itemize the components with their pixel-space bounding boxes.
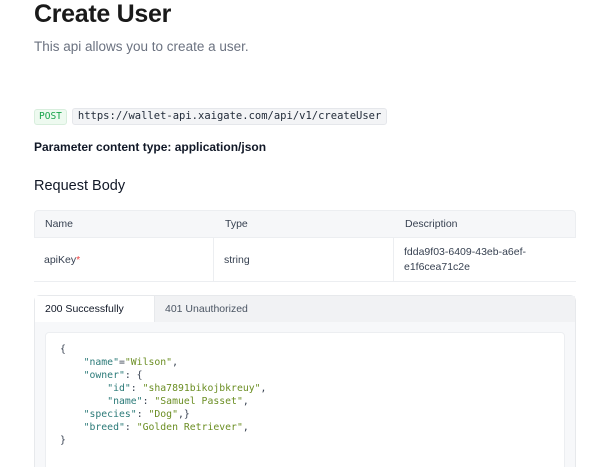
code-line: "breed": "Golden Retriever", [83, 422, 249, 433]
request-body-table: Name Type Description apiKey * string fdd… [34, 210, 576, 282]
column-header-name: Name [45, 218, 74, 230]
param-type: string [224, 253, 250, 266]
response-tabs: 200 Successfully 401 Unauthorized [35, 296, 575, 322]
column-header-description: Description [405, 218, 458, 230]
param-name: apiKey [44, 253, 77, 266]
param-description-cell: fdda9f03-6409-43eb-a6ef-e1f6cea71c2e [394, 245, 576, 275]
response-panel: 200 Successfully 401 Unauthorized { "nam… [34, 295, 576, 467]
table-row: apiKey * string fdda9f03-6409-43eb-a6ef-e… [34, 238, 576, 282]
tab-bar-filler [257, 296, 575, 322]
code-line: "name"="Wilson", [83, 357, 178, 368]
code-line: "owner": { [83, 370, 143, 381]
tab-200-successfully[interactable]: 200 Successfully [35, 296, 155, 322]
code-line: "id": "sha7891bikojbkreuy", [107, 383, 267, 394]
code-line: } [60, 435, 66, 446]
response-code-block: { "name"="Wilson", "owner": { "id": "sha… [45, 332, 565, 467]
param-name-cell: apiKey * [34, 238, 214, 281]
param-type-cell: string [214, 238, 394, 281]
code-line: "species": "Dog",} [83, 409, 190, 420]
required-marker: * [76, 253, 81, 266]
table-header: Name Type Description [34, 210, 576, 238]
http-method-badge: POST [34, 108, 67, 125]
request-body-heading: Request Body [34, 178, 126, 194]
content-type-label: Parameter content type: application/json [34, 140, 267, 154]
page-title: Create User [34, 0, 172, 28]
tab-401-unauthorized[interactable]: 401 Unauthorized [155, 296, 258, 322]
param-description: fdda9f03-6409-43eb-a6ef-e1f6cea71c2e [404, 245, 527, 273]
page-subtitle: This api allows you to create a user. [34, 39, 249, 54]
column-header-type: Type [225, 218, 248, 230]
code-line: "name": "Samuel Passet", [107, 396, 249, 407]
endpoint-bar: POST https://wallet-api.xaigate.com/api/… [34, 108, 388, 125]
endpoint-url[interactable]: https://wallet-api.xaigate.com/api/v1/cr… [71, 108, 388, 125]
code-line: { [60, 344, 66, 355]
